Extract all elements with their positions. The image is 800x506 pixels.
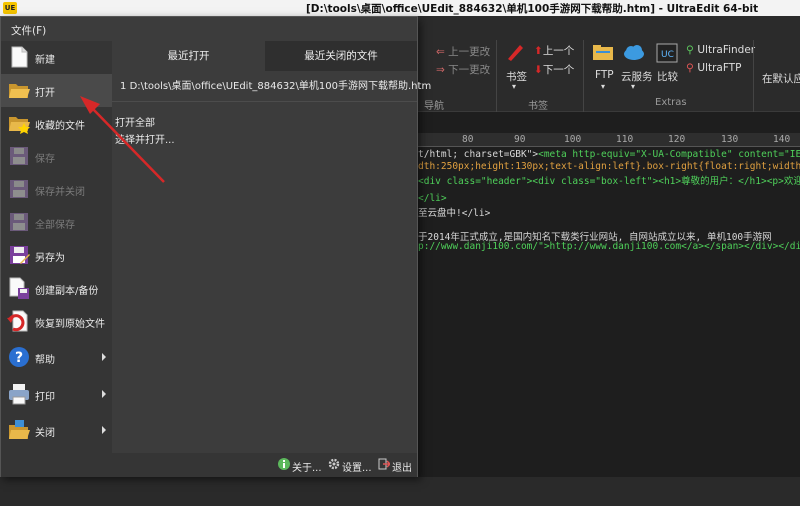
annotation-arrow — [80, 96, 165, 183]
